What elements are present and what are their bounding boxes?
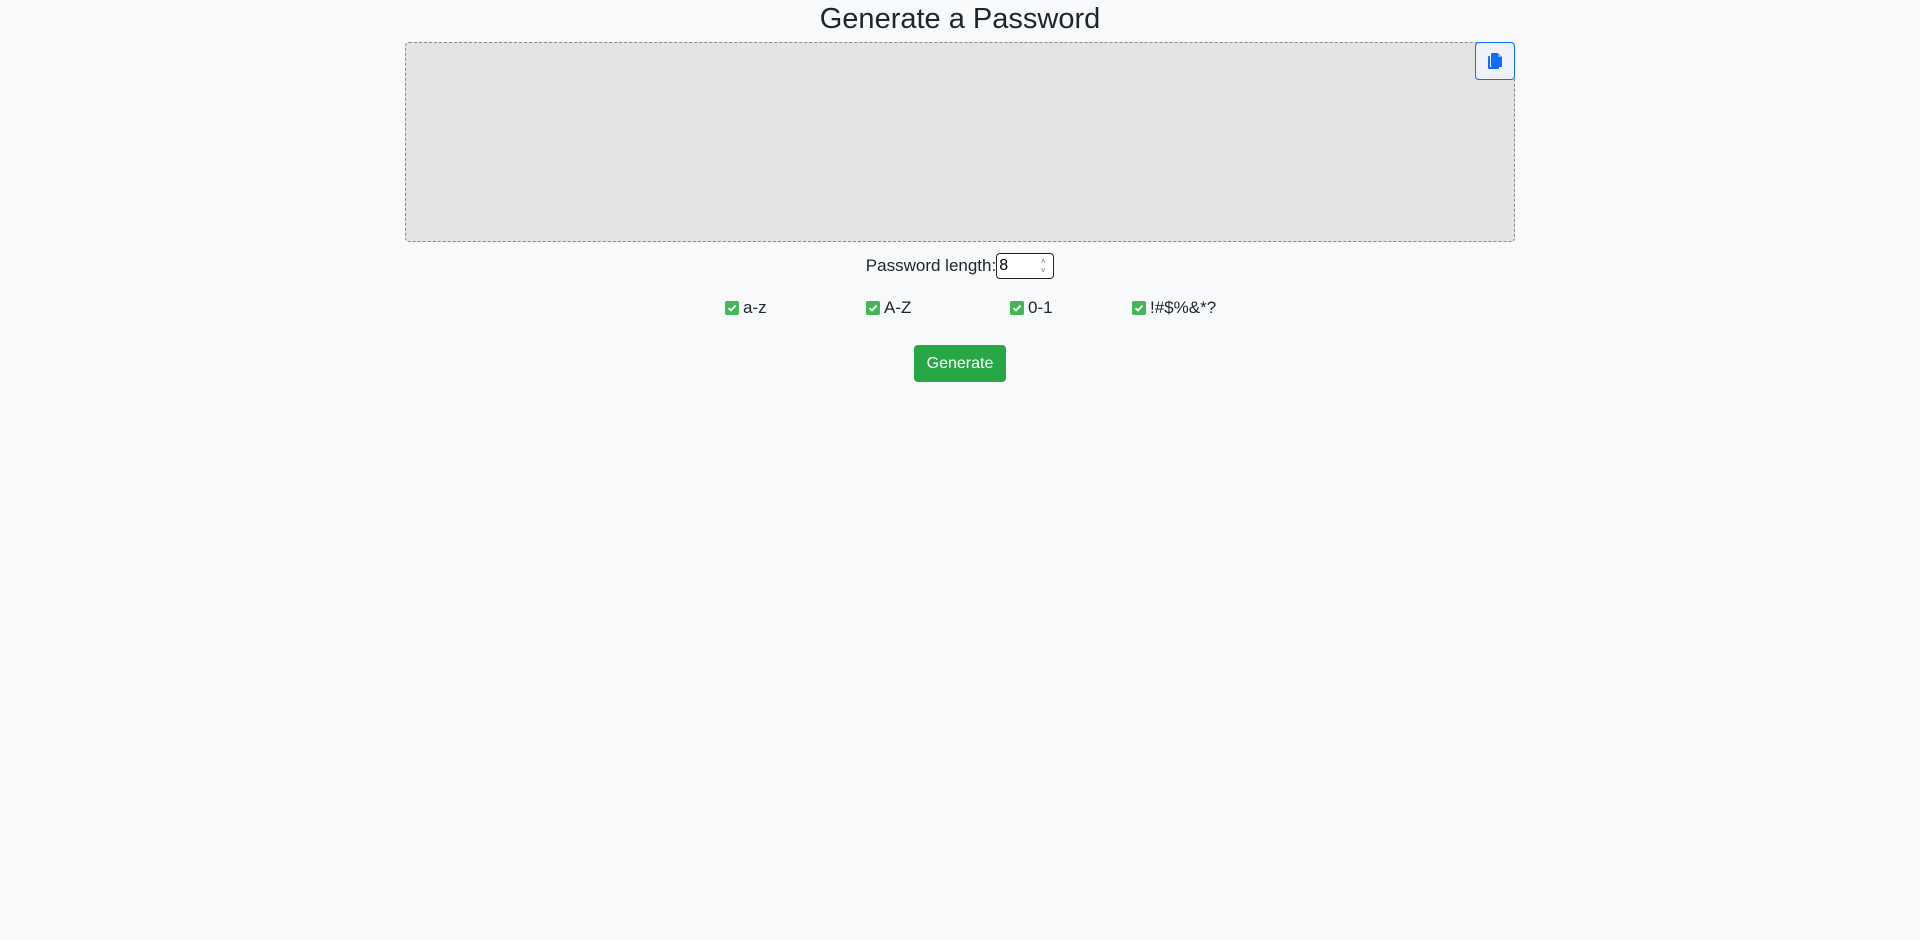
option-numbers[interactable]: 0-1 (1010, 298, 1053, 318)
check-icon (1012, 304, 1022, 312)
symbols-label: !#$%&*? (1150, 298, 1217, 317)
check-icon (1134, 304, 1144, 312)
password-length-label: Password length: (865, 256, 997, 275)
length-stepper[interactable]: ˄ ˅ (1038, 257, 1048, 275)
character-options: a-z A-Z 0-1 !#$%&*? (0, 298, 1920, 318)
password-output[interactable] (405, 42, 1515, 242)
copy-icon (1488, 53, 1502, 69)
password-length-row: Password length: ˄ ˅ (0, 253, 1920, 279)
chevron-up-icon[interactable]: ˄ (1041, 257, 1046, 266)
symbols-checkbox[interactable] (1132, 301, 1146, 315)
lowercase-label: a-z (743, 298, 767, 317)
uppercase-checkbox[interactable] (866, 301, 880, 315)
generate-button[interactable]: Generate (914, 345, 1006, 382)
uppercase-label: A-Z (884, 298, 912, 317)
password-length-input[interactable] (997, 257, 1036, 275)
option-symbols[interactable]: !#$%&*? (1132, 298, 1216, 318)
password-length-field[interactable]: ˄ ˅ (996, 253, 1055, 279)
chevron-down-icon[interactable]: ˅ (1041, 266, 1046, 275)
copy-button[interactable] (1475, 42, 1515, 80)
numbers-label: 0-1 (1028, 298, 1053, 317)
lowercase-checkbox[interactable] (725, 301, 739, 315)
check-icon (868, 304, 878, 312)
option-uppercase[interactable]: A-Z (866, 298, 911, 318)
check-icon (727, 304, 737, 312)
page-title: Generate a Password (819, 3, 1101, 35)
option-lowercase[interactable]: a-z (725, 298, 767, 318)
numbers-checkbox[interactable] (1010, 301, 1024, 315)
